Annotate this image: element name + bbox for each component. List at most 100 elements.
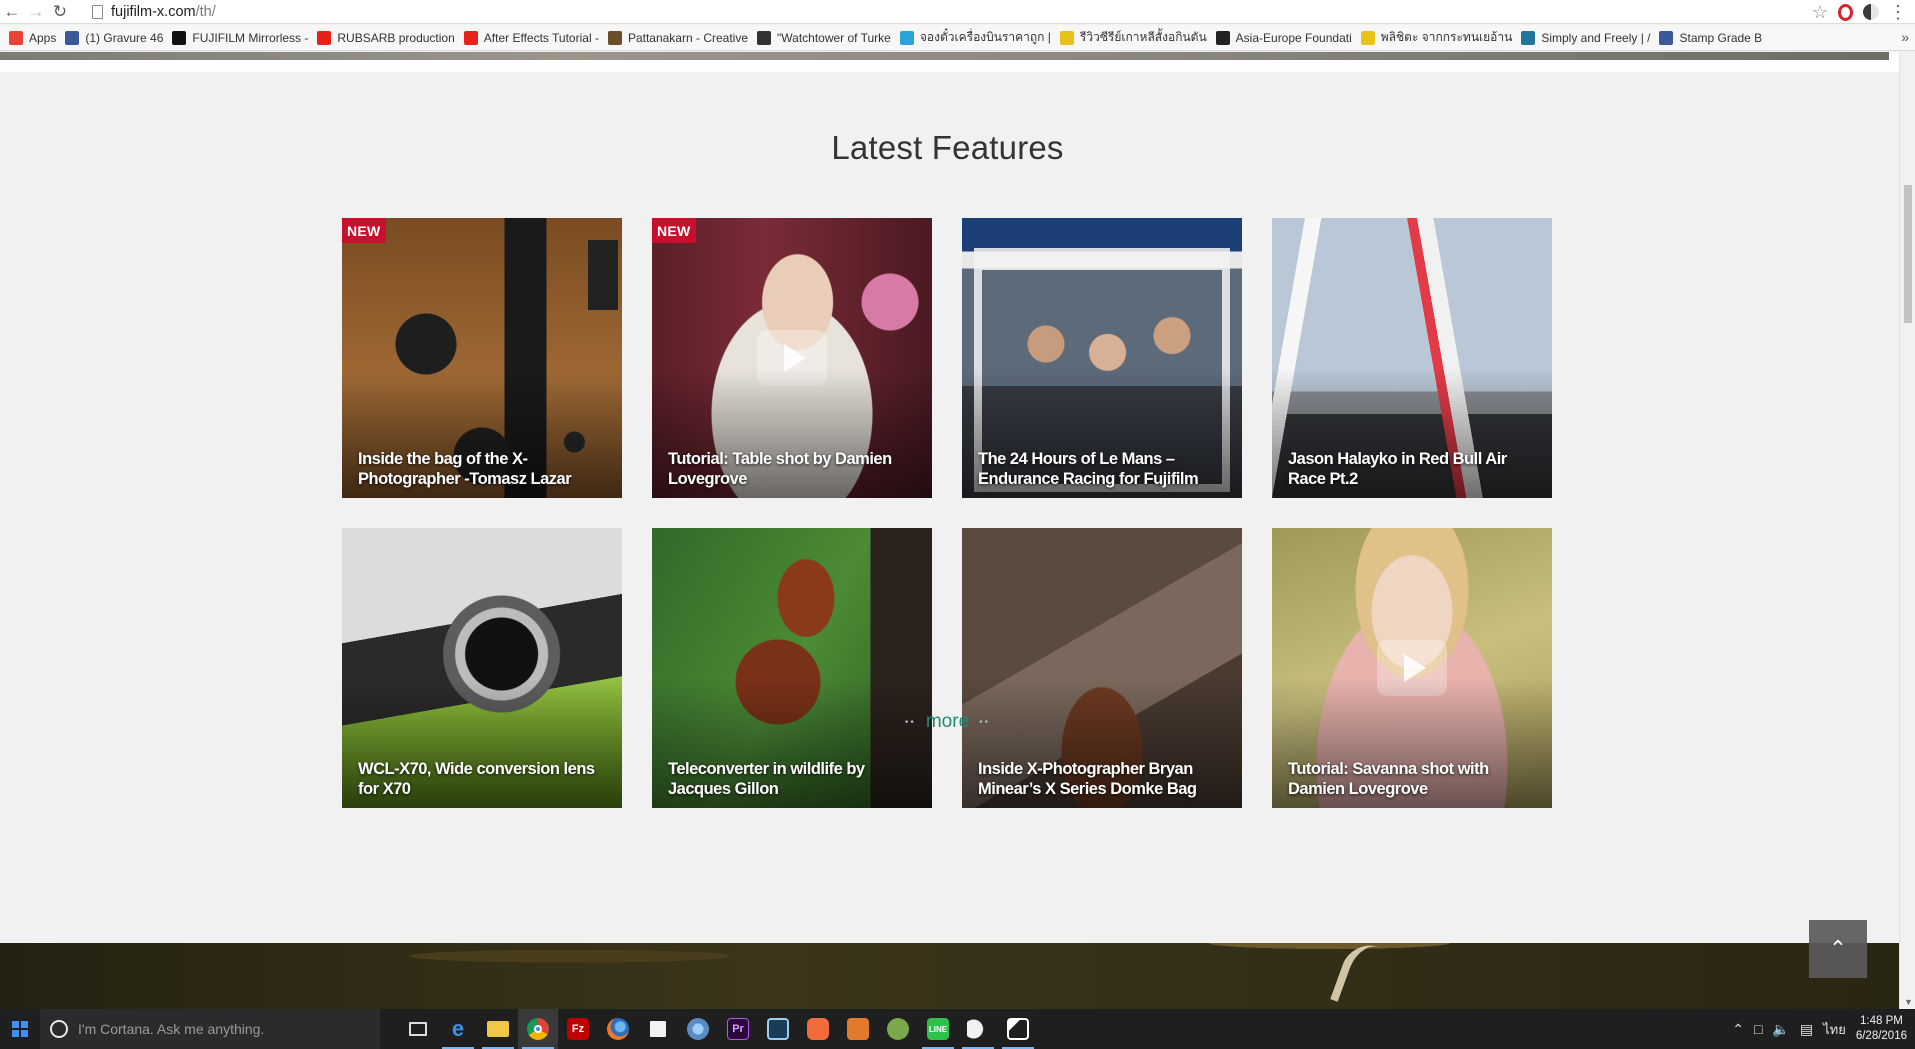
action-center-icon[interactable]: ▤ [1800,1021,1813,1038]
bookmark-label: พลิชิตะ จากกระทนเยอ้าน [1380,30,1513,44]
network-icon[interactable]: □ [1754,1021,1762,1037]
bookmark-item[interactable]: จองตั๋วเครื่องบินราคาถูก | [899,28,1051,47]
bookmark-item[interactable]: พลิชิตะ จากกระทนเยอ้าน [1360,28,1513,47]
film-icon [757,30,771,45]
firefox-icon[interactable] [598,1009,638,1049]
feature-title[interactable]: Inside the bag of the X-Photographer -To… [358,449,608,489]
opera-extension-icon[interactable] [1838,3,1853,21]
more-right-dots: •• [979,716,991,728]
media-app-icon[interactable] [758,1009,798,1049]
back-button[interactable]: ← [0,0,24,24]
youtube-icon [317,30,332,45]
bookmarks-bar: Apps (1) Gravure 46 FUJIFILM Mirrorless - R… [0,25,1915,51]
reload-button[interactable]: ↻ [48,0,72,24]
apps-grid-icon [9,30,23,45]
feature-title[interactable]: Tutorial: Table shot by Damien Lovegrove [668,449,918,489]
page-icon [92,5,103,19]
premiere-pro-icon[interactable]: Pr [718,1009,758,1049]
feature-card[interactable]: Teleconverter in wildlife by Jacques Gil… [652,528,932,808]
facebook-icon [65,30,80,45]
volume-icon[interactable]: 🔈 [1772,1021,1789,1038]
bookmark-label: Asia-Europe Foundati [1235,30,1352,45]
moon-app-icon[interactable] [958,1009,998,1049]
page-scrollbar[interactable]: ▼ [1899,52,1915,1009]
bookmark-item[interactable]: RUBSARB production [317,30,455,45]
wordpress-icon [1521,30,1536,45]
feature-title[interactable]: Inside X-Photographer Bryan Minear’s X S… [978,759,1228,799]
browser-toolbar: ← → ↻ fujifilm-x.com/th/ ☆ ⋮ [0,0,1915,24]
fujifilm-x-icon [172,30,187,45]
green-app-icon[interactable] [878,1009,918,1049]
bookmark-item[interactable]: Simply and Freely | / [1521,30,1650,45]
file-explorer-icon[interactable] [478,1009,518,1049]
feature-card[interactable]: NEW Tutorial: Table shot by Damien Lovegr… [652,218,932,498]
browser-menu-icon[interactable]: ⋮ [1889,3,1907,21]
bookmark-item[interactable]: "Watchtower of Turke [757,30,891,45]
bookmark-item[interactable]: After Effects Tutorial - [463,30,599,45]
tray-chevron-up-icon[interactable]: ⌃ [1732,1021,1744,1038]
line-messenger-icon[interactable]: LINE [918,1009,958,1049]
feature-title[interactable]: Teleconverter in wildlife by Jacques Gil… [668,759,918,799]
bookmark-label: จองตั๋วเครื่องบินราคาถูก | [919,30,1051,44]
start-button[interactable] [0,1009,40,1049]
url-host: fujifilm-x.com [111,4,196,20]
bookmark-label: Pattanakarn - Creative [627,30,748,45]
feature-title[interactable]: WCL-X70, Wide conversion lens for X70 [358,759,608,799]
scrollbar-thumb[interactable] [1904,185,1912,323]
cortana-search-box[interactable]: I'm Cortana. Ask me anything. [40,1009,380,1049]
edge-browser-icon[interactable]: e [438,1009,478,1049]
feature-card[interactable]: WCL-X70, Wide conversion lens for X70 [342,528,622,808]
store-icon[interactable] [638,1009,678,1049]
clock-date: 6/28/2016 [1855,1030,1907,1042]
bookmark-item[interactable]: รีวิวซีรีย์เกาหลีสั้งอกินตัน [1059,28,1207,47]
next-section-image [0,937,1899,1009]
smiley-icon [1360,30,1375,45]
feature-card[interactable]: Tutorial: Savanna shot with Damien Loveg… [1272,528,1552,808]
clock[interactable]: 1:48 PM 6/28/2016 [1856,1014,1907,1044]
bookmark-star-icon[interactable]: ☆ [1812,2,1828,23]
asef-icon [1215,30,1230,45]
bookmark-label: After Effects Tutorial - [483,30,599,45]
feature-card[interactable]: The 24 Hours of Le Mans – Endurance Raci… [962,218,1242,498]
bookmark-label: Stamp Grade B [1679,30,1763,45]
bookmark-item[interactable]: Asia-Europe Foundati [1215,30,1352,45]
forward-button[interactable]: → [24,0,48,24]
photos-app-icon[interactable] [998,1009,1038,1049]
office-app-icon[interactable] [838,1009,878,1049]
chevron-up-icon: ⌃ [1828,936,1848,961]
url-text: fujifilm-x.com/th/ [111,4,216,20]
cortana-placeholder: I'm Cortana. Ask me anything. [78,1021,265,1037]
chrome-icon[interactable] [518,1009,558,1049]
feature-title[interactable]: Tutorial: Savanna shot with Damien Loveg… [1288,759,1538,799]
task-view-icon[interactable] [398,1009,438,1049]
bookmark-item[interactable]: Stamp Grade B [1659,30,1763,45]
paint-app-icon[interactable] [678,1009,718,1049]
filezilla-icon[interactable]: Fz [558,1009,598,1049]
feature-title[interactable]: Jason Halayko in Red Bull Air Race Pt.2 [1288,449,1538,489]
bookmark-label: (1) Gravure 46 [85,30,164,45]
taskbar-apps: e Fz Pr LINE [398,1009,1038,1049]
feature-card[interactable]: Jason Halayko in Red Bull Air Race Pt.2 [1272,218,1552,498]
contrast-extension-icon[interactable] [1863,4,1879,20]
address-bar[interactable]: fujifilm-x.com/th/ [92,2,1805,22]
scroll-down-arrow-icon[interactable]: ▼ [1904,997,1913,1007]
smiley-icon [1059,30,1074,45]
back-to-top-button[interactable]: ⌃ [1809,920,1867,978]
bookmarks-overflow-icon[interactable]: » [1901,29,1909,45]
plane-icon [899,30,914,45]
bookmark-item[interactable]: Pattanakarn - Creative [607,30,748,45]
more-link[interactable]: •• more •• [0,711,1895,733]
more-label[interactable]: more [926,711,969,733]
bird-app-icon[interactable] [798,1009,838,1049]
bookmark-item[interactable]: Apps [9,30,56,45]
bookmark-label: "Watchtower of Turke [777,30,891,45]
feature-card[interactable]: NEW Inside the bag of the X-Photographer … [342,218,622,498]
feature-card[interactable]: Inside X-Photographer Bryan Minear’s X S… [962,528,1242,808]
facebook-icon [1659,30,1674,45]
bookmark-item[interactable]: (1) Gravure 46 [65,30,164,45]
youtube-icon [463,30,478,45]
feature-title[interactable]: The 24 Hours of Le Mans – Endurance Raci… [978,449,1228,489]
language-indicator[interactable]: ไทย [1823,1019,1846,1040]
new-badge: NEW [342,218,386,243]
bookmark-item[interactable]: FUJIFILM Mirrorless - [172,30,308,45]
